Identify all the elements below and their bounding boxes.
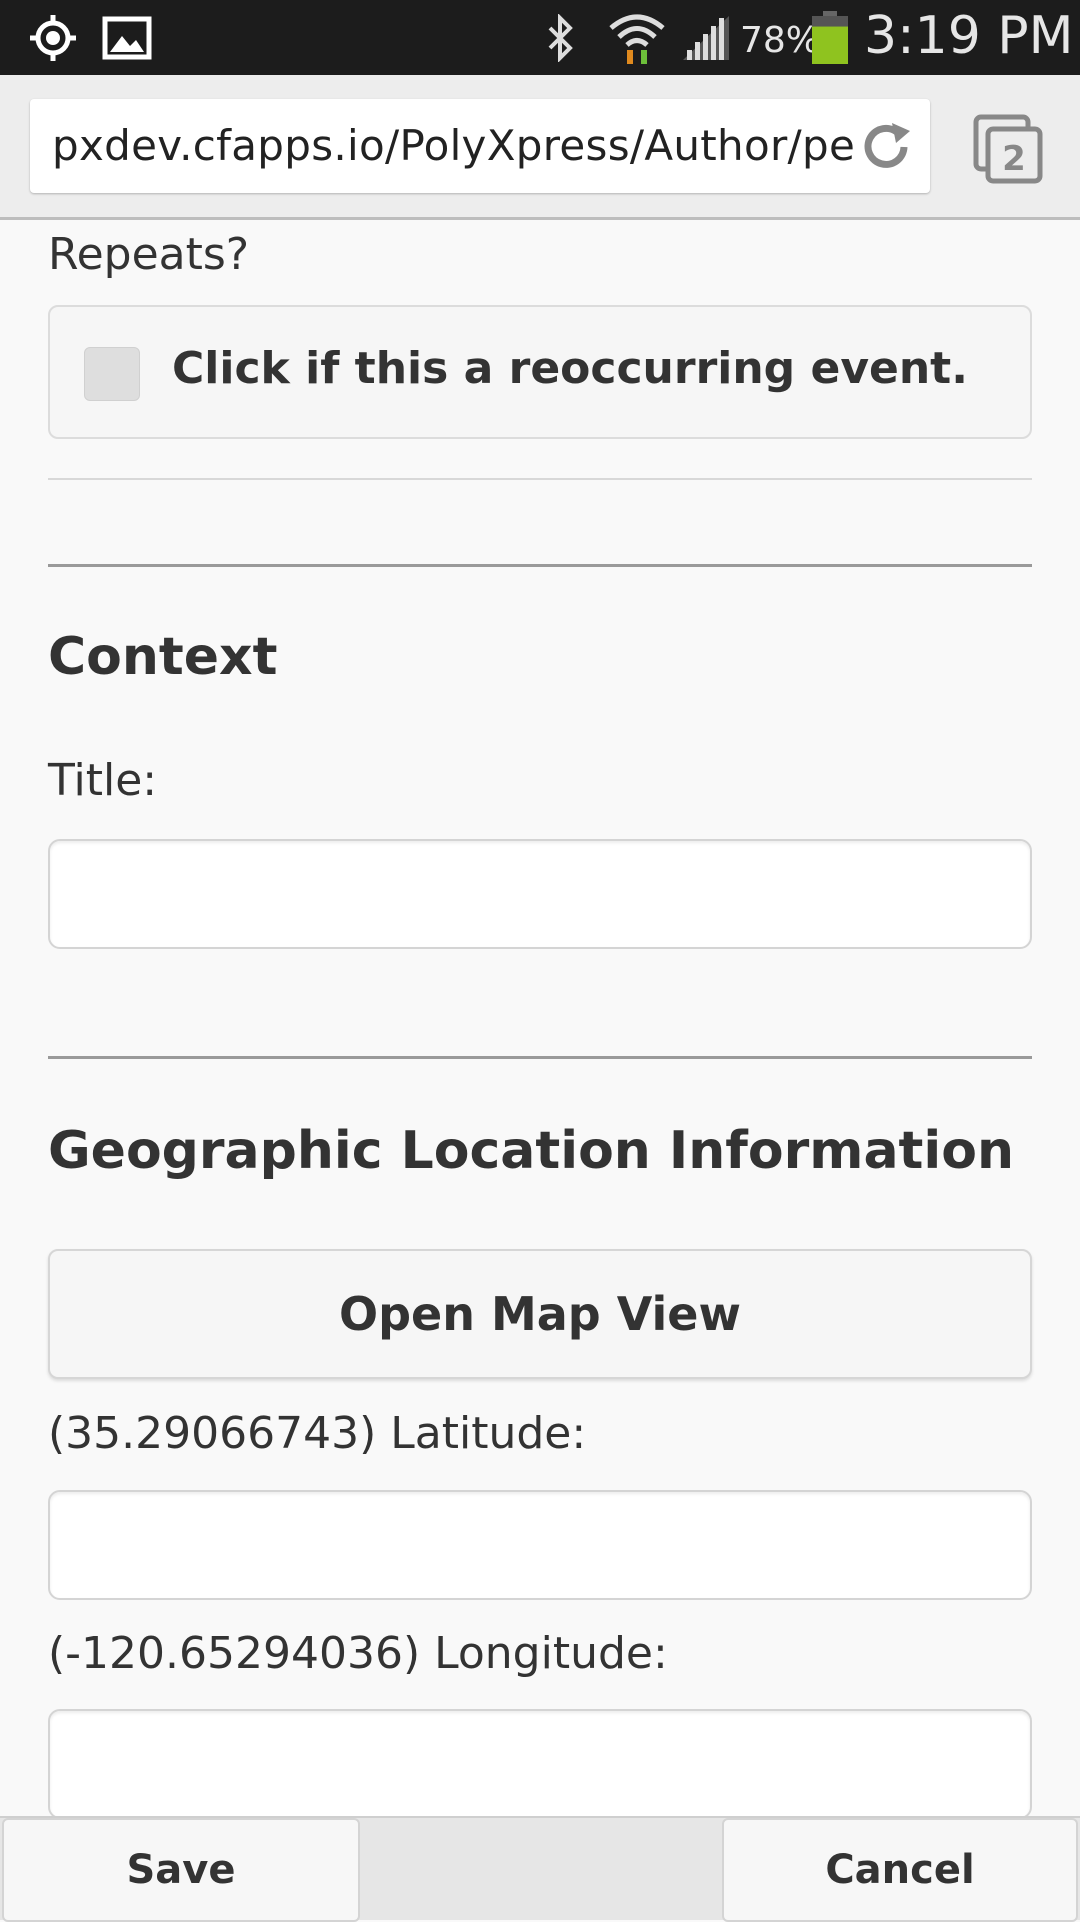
form-content[interactable]: Repeats? Click if this a reoccurring eve… [0,223,1080,1816]
battery-percent: 78% [740,20,821,61]
signal-icon [680,12,732,64]
clock: 3:19 PM [864,6,1074,66]
section-divider [48,564,1032,567]
repeats-checkbox[interactable] [84,347,140,401]
open-map-view-button[interactable]: Open Map View [48,1249,1032,1379]
repeats-checkbox-label[interactable]: Click if this a reoccurring event. [172,343,968,394]
bluetooth-icon [540,12,580,64]
context-heading: Context [48,627,278,687]
section-divider [48,1056,1032,1059]
repeats-label: Repeats? [48,229,250,280]
refresh-icon[interactable] [858,119,914,175]
repeats-checkbox-container[interactable]: Click if this a reoccurring event. [48,305,1032,439]
footer-toolbar: Save Cancel [0,1816,1080,1922]
latitude-input[interactable] [48,1490,1032,1600]
geo-location-heading: Geographic Location Information [48,1121,1014,1181]
title-label: Title: [48,755,158,806]
address-bar[interactable]: pxdev.cfapps.io/PolyXpress/Author/pe [30,99,930,193]
title-input[interactable] [48,839,1032,949]
tab-count: 2 [1002,139,1026,179]
longitude-label: (-120.65294036) Longitude: [48,1628,668,1679]
longitude-input[interactable] [48,1709,1032,1816]
save-button[interactable]: Save [2,1818,360,1922]
tabs-button[interactable]: 2 [972,113,1044,185]
divider [48,478,1032,480]
latitude-label: (35.29066743) Latitude: [48,1408,587,1459]
location-icon [26,12,80,64]
status-bar: 78% 3:19 PM [0,0,1080,75]
gallery-icon [100,12,154,64]
cancel-button[interactable]: Cancel [722,1818,1078,1922]
battery-icon [810,11,850,64]
url-text[interactable]: pxdev.cfapps.io/PolyXpress/Author/pe [52,121,872,170]
wifi-icon [605,12,669,64]
browser-toolbar: pxdev.cfapps.io/PolyXpress/Author/pe 2 [0,75,1080,220]
